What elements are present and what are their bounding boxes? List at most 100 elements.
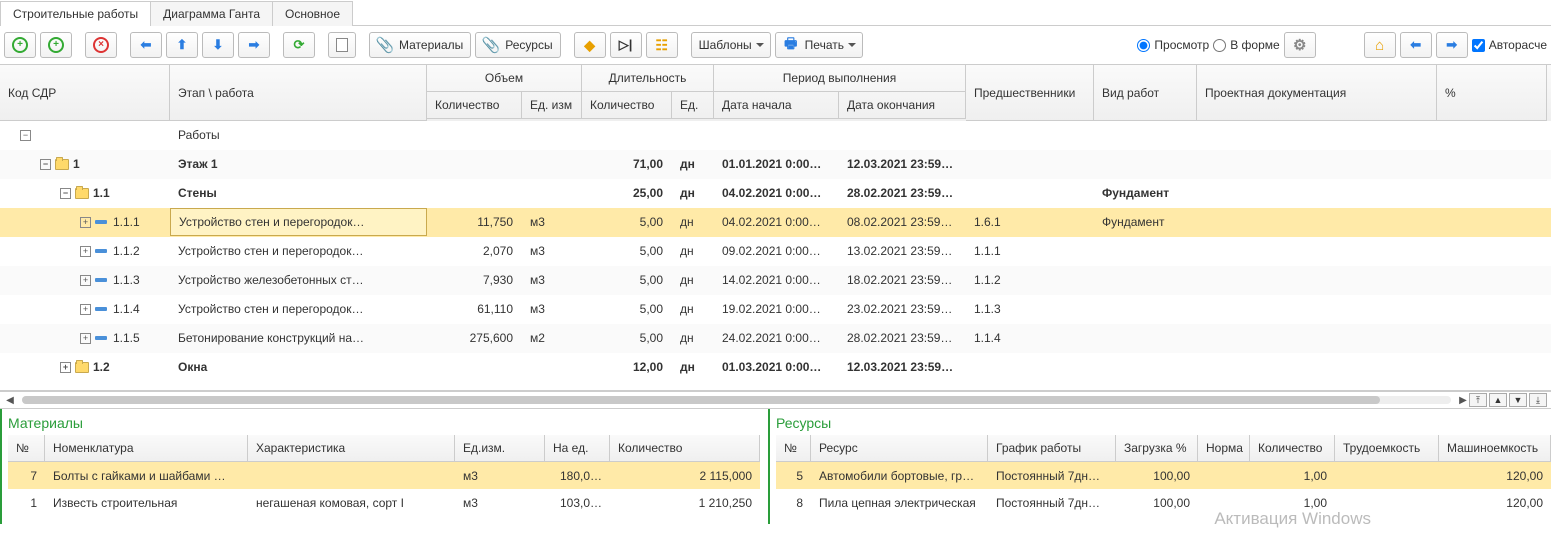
cell-pred [966,179,1094,207]
templates-dropdown[interactable]: Шаблоны [691,32,771,58]
table-row[interactable]: 5Автомобили бортовые, гр…Постоянный 7дн…… [776,462,1551,489]
move-up-button[interactable]: ⬆ [166,32,198,58]
print-label: Печать [805,38,844,52]
move-down-button[interactable]: ⬇ [202,32,234,58]
mcell-nom: Болты с гайками и шайбами … [45,462,248,489]
col-pct[interactable]: % [1437,65,1547,121]
nav-prev-button[interactable]: ⬅ [1400,32,1432,58]
expand-icon[interactable]: + [80,275,91,286]
move-left-button[interactable]: ⬅ [130,32,162,58]
tree-row[interactable]: +1.1.5Бетонирование конструкций на…275,6… [0,324,1551,353]
tab-gantt[interactable]: Диаграмма Ганта [150,1,273,26]
rcol-norm[interactable]: Норма [1198,435,1250,462]
nav-up[interactable]: ▲ [1489,393,1507,407]
delete-button[interactable]: × [85,32,117,58]
rcol-qty[interactable]: Количество [1250,435,1335,462]
refresh-button[interactable]: ⟳ [283,32,315,58]
expand-icon[interactable]: − [20,130,31,141]
tree-row[interactable]: +1.1.4Устройство стен и перегородок…61,1… [0,295,1551,324]
col-period-group[interactable]: Период выполнения [714,65,966,92]
mcol-no[interactable]: № [8,435,45,462]
tree-row[interactable]: +1.1.3Устройство железобетонных ст…7,930… [0,266,1551,295]
table-row[interactable]: 8Пила цепная электрическаяПостоянный 7дн… [776,489,1551,516]
cell-dqty: 5,00 [582,237,672,265]
rcol-no[interactable]: № [776,435,811,462]
col-stage[interactable]: Этап \ работа [170,65,427,121]
col-work-type[interactable]: Вид работ [1094,65,1197,121]
col-dunit[interactable]: Ед. [672,92,714,119]
expand-icon[interactable]: + [60,362,71,373]
col-volume-group[interactable]: Объем [427,65,582,92]
print-dropdown[interactable]: 🖶Печать [775,32,863,58]
leaf-icon [95,278,107,282]
mcol-unit[interactable]: Ед.изм. [455,435,545,462]
next-button[interactable]: ▷| [610,32,642,58]
mcol-nom[interactable]: Номенклатура [45,435,248,462]
resources-button[interactable]: 📎Ресурсы [475,32,560,58]
rcol-lab[interactable]: Трудоемкость [1335,435,1439,462]
layers-button[interactable]: ☷ [646,32,678,58]
expand-icon[interactable]: − [60,188,71,199]
tree-row[interactable]: +1.1.2Устройство стен и перегородок…2,07… [0,237,1551,266]
col-code[interactable]: Код СДР [0,65,170,121]
add-sub-button[interactable]: + [40,32,72,58]
rcol-res[interactable]: Ресурс [811,435,988,462]
view-form[interactable]: В форме [1213,38,1279,52]
expand-icon[interactable]: + [80,217,91,228]
col-vunit[interactable]: Ед. изм [522,92,582,119]
table-row[interactable]: 1Известь строительнаянегашеная комовая, … [8,489,760,516]
home-button[interactable]: ⌂ [1364,32,1396,58]
cell-name: Стены [170,179,427,207]
expand-icon[interactable]: − [40,159,51,170]
cell-pct [1437,295,1547,323]
leaf-icon [95,336,107,340]
col-vqty[interactable]: Количество [427,92,522,119]
col-date-end[interactable]: Дата окончания [839,92,966,119]
mcol-each[interactable]: На ед. [545,435,610,462]
nav-next-button[interactable]: ➡ [1436,32,1468,58]
col-duration-group[interactable]: Длительность [582,65,714,92]
scroll-thumb[interactable] [22,396,1380,404]
col-dqty[interactable]: Количество [582,92,672,119]
arrow-down-icon: ⬇ [210,37,226,53]
nav-down[interactable]: ▼ [1509,393,1527,407]
highlight-button[interactable]: ◆ [574,32,606,58]
materials-button[interactable]: 📎Материалы [369,32,471,58]
tree-row[interactable]: −1Этаж 171,00дн01.01.2021 0:00…12.03.202… [0,150,1551,179]
rcol-sched[interactable]: График работы [988,435,1116,462]
settings-button[interactable]: ⚙ [1284,32,1316,58]
col-date-start[interactable]: Дата начала [714,92,839,119]
mcol-qty[interactable]: Количество [610,435,760,462]
tree-row[interactable]: +1.2Окна12,00дн01.03.2021 0:00…12.03.202… [0,353,1551,382]
scroll-right[interactable]: ▶ [1457,395,1469,406]
nav-top[interactable]: ⤒ [1469,393,1487,407]
nav-bottom[interactable]: ⤓ [1529,393,1547,407]
rcol-mach[interactable]: Машиноемкость [1439,435,1551,462]
autocalc-checkbox[interactable]: Авторасче [1472,38,1547,52]
tree-body[interactable]: −Работы−1Этаж 171,00дн01.01.2021 0:00…12… [0,121,1551,390]
scroll-left[interactable]: ◀ [4,395,16,406]
rcol-load[interactable]: Загрузка % [1116,435,1198,462]
materials-body[interactable]: 7Болты с гайками и шайбами …м3180,0…2 11… [8,462,760,516]
expand-icon[interactable]: + [80,304,91,315]
add-button[interactable]: + [4,32,36,58]
tree-row[interactable]: +1.1.1Устройство стен и перегородок…11,7… [0,208,1551,237]
tab-general[interactable]: Основное [272,1,353,26]
mcol-char[interactable]: Характеристика [248,435,455,462]
expand-icon[interactable]: + [80,246,91,257]
table-row[interactable]: 7Болты с гайками и шайбами …м3180,0…2 11… [8,462,760,489]
move-right-button[interactable]: ➡ [238,32,270,58]
tree-row[interactable]: −1.1Стены25,00дн04.02.2021 0:00…28.02.20… [0,179,1551,208]
col-docs[interactable]: Проектная документация [1197,65,1437,121]
col-predecessors[interactable]: Предшественники [966,65,1094,121]
doc-button[interactable] [328,32,356,58]
resources-body[interactable]: 5Автомобили бортовые, гр…Постоянный 7дн…… [776,462,1551,516]
tab-construction[interactable]: Строительные работы [0,1,151,26]
view-preview[interactable]: Просмотр [1137,38,1209,52]
cell-vqty: 11,750 [427,208,522,236]
scroll-track[interactable] [22,396,1451,404]
cell-name: Устройство стен и перегородок… [170,295,427,323]
expand-icon[interactable]: + [80,333,91,344]
tree-row[interactable]: −Работы [0,121,1551,150]
cell-vunit [522,150,582,178]
